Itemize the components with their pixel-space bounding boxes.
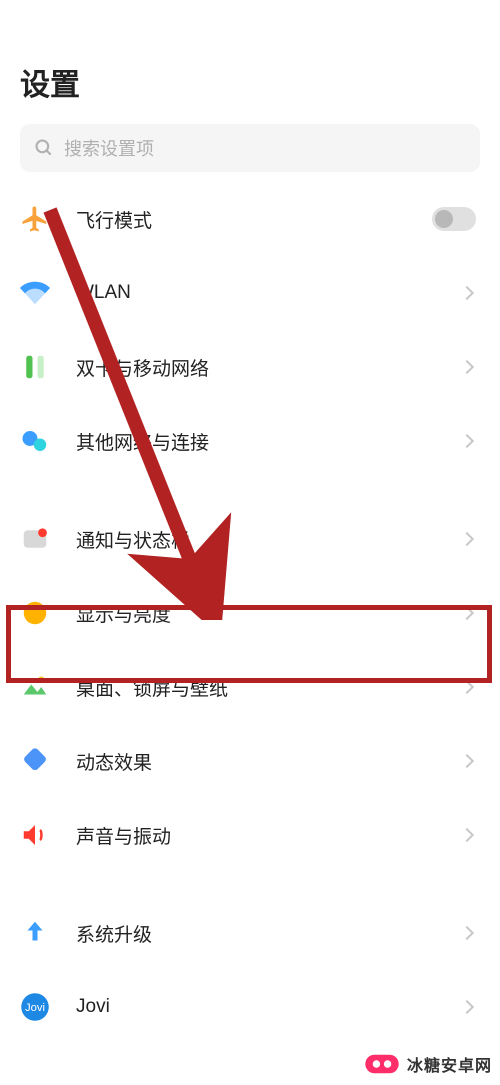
row-label: 桌面、锁屏与壁纸 <box>76 674 462 701</box>
status-bar <box>0 0 500 30</box>
chevron-right-icon <box>460 532 474 546</box>
watermark: 冰糖安卓网 <box>363 1051 492 1077</box>
row-effects[interactable]: 动态效果 <box>0 724 500 798</box>
chevron-right-icon <box>460 434 474 448</box>
group-divider <box>0 872 500 896</box>
row-airplane-mode[interactable]: 飞行模式 <box>0 182 500 256</box>
row-wlan[interactable]: WLAN <box>0 256 500 330</box>
settings-list: 飞行模式 WLAN 双卡与移动网络 其他网络与连接 通知与状态栏 <box>0 182 500 1044</box>
notification-icon <box>20 524 50 554</box>
wifi-icon <box>20 278 50 308</box>
chevron-right-icon <box>460 680 474 694</box>
chevron-right-icon <box>460 1000 474 1014</box>
watermark-text: 冰糖安卓网 <box>407 1052 492 1076</box>
row-jovi[interactable]: Jovi Jovi <box>0 970 500 1044</box>
brightness-icon <box>20 598 50 628</box>
row-sim-network[interactable]: 双卡与移动网络 <box>0 330 500 404</box>
row-label: 系统升级 <box>76 920 462 947</box>
chevron-right-icon <box>460 286 474 300</box>
row-label: 显示与亮度 <box>76 600 462 627</box>
airplane-toggle[interactable] <box>432 207 476 231</box>
search-icon <box>34 138 54 158</box>
row-label: 双卡与移动网络 <box>76 354 462 381</box>
update-icon <box>20 918 50 948</box>
wallpaper-icon <box>20 672 50 702</box>
row-notifications[interactable]: 通知与状态栏 <box>0 502 500 576</box>
row-label: WLAN <box>76 282 462 304</box>
chevron-right-icon <box>460 606 474 620</box>
row-label: 通知与状态栏 <box>76 526 462 553</box>
row-label: 其他网络与连接 <box>76 428 462 455</box>
search-input[interactable]: 搜索设置项 <box>20 124 480 172</box>
chevron-right-icon <box>460 754 474 768</box>
row-label: Jovi <box>76 996 462 1018</box>
chevron-right-icon <box>460 828 474 842</box>
effects-icon <box>20 746 50 776</box>
sim-icon <box>20 352 50 382</box>
row-display-brightness[interactable]: 显示与亮度 <box>0 576 500 650</box>
row-label: 声音与振动 <box>76 822 462 849</box>
page-title: 设置 <box>0 30 500 124</box>
search-placeholder: 搜索设置项 <box>64 135 154 161</box>
group-divider <box>0 478 500 502</box>
row-sound[interactable]: 声音与振动 <box>0 798 500 872</box>
row-other-network[interactable]: 其他网络与连接 <box>0 404 500 478</box>
airplane-icon <box>20 204 50 234</box>
row-label: 飞行模式 <box>76 206 432 233</box>
row-system-update[interactable]: 系统升级 <box>0 896 500 970</box>
sound-icon <box>20 820 50 850</box>
jovi-icon: Jovi <box>20 992 50 1022</box>
row-wallpaper[interactable]: 桌面、锁屏与壁纸 <box>0 650 500 724</box>
row-label: 动态效果 <box>76 748 462 775</box>
links-icon <box>20 426 50 456</box>
chevron-right-icon <box>460 926 474 940</box>
svg-text:Jovi: Jovi <box>25 1002 45 1014</box>
chevron-right-icon <box>460 360 474 374</box>
watermark-logo-icon <box>363 1051 401 1077</box>
